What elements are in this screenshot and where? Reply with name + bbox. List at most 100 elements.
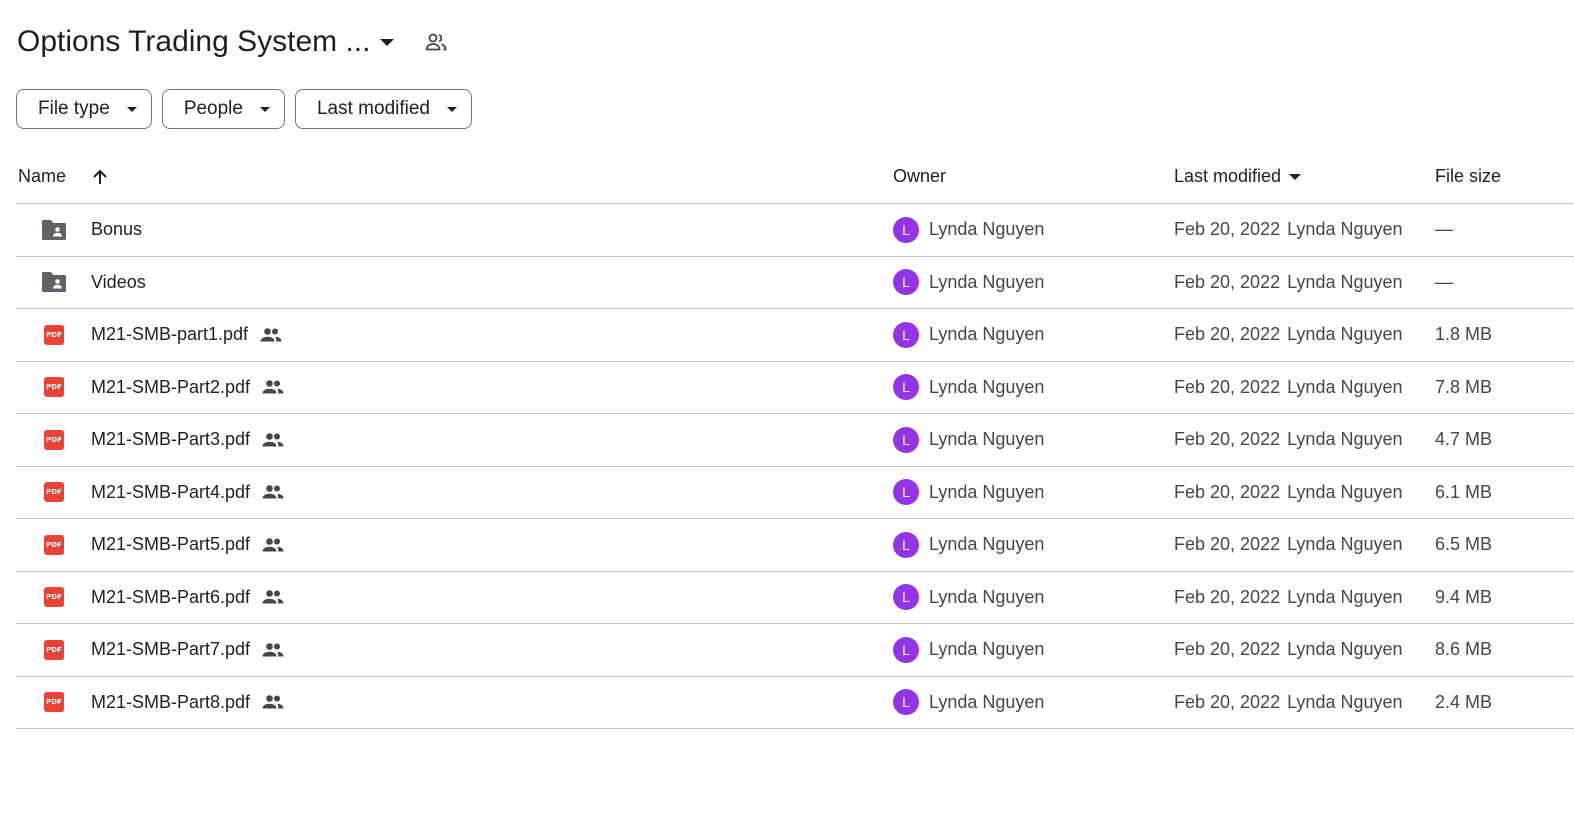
file-name-cell[interactable]: M21-SMB-Part5.pdf [91,519,284,571]
file-list: Name Owner Last modified File size Bonus… [16,150,1574,729]
shared-people-icon [260,327,282,343]
modified-date: Feb 20, 2022 [1174,481,1281,502]
owner-name: Lynda Nguyen [929,376,1045,397]
arrow-up-icon[interactable] [90,167,110,187]
shared-folder-icon [40,270,68,294]
file-size: 1.8 MB [1435,324,1493,345]
file-name: M21-SMB-Part7.pdf [91,639,251,660]
last-modified-cell: Feb 20, 2022 Lynda Nguyen [1174,572,1403,624]
file-size: — [1435,219,1453,240]
file-name-cell[interactable]: M21-SMB-Part3.pdf [91,414,284,466]
file-name: M21-SMB-part1.pdf [91,324,249,345]
owner-name: Lynda Nguyen [929,481,1045,502]
modified-by: Lynda Nguyen [1287,481,1403,502]
last-modified-cell: Feb 20, 2022 Lynda Nguyen [1174,519,1403,571]
pdf-file-icon: PDF [44,377,64,398]
file-type-cell: PDF [40,624,68,676]
shared-people-icon [262,694,284,710]
owner-name: Lynda Nguyen [929,691,1045,712]
drive-folder-view: Options Trading System ... File type Peo… [0,0,1574,815]
table-row[interactable]: PDF M21-SMB-Part7.pdf L Lynda Nguyen Feb 20,… [16,624,1574,677]
caret-down-icon [126,106,137,112]
last-modified-filter[interactable]: Last modified [294,89,472,129]
file-name-cell[interactable]: Bonus [91,204,142,256]
table-row[interactable]: PDF M21-SMB-part1.pdf L Lynda Nguyen Feb 20,… [16,309,1574,362]
modified-by: Lynda Nguyen [1287,271,1403,292]
modified-by: Lynda Nguyen [1287,691,1403,712]
file-name-cell[interactable]: M21-SMB-Part8.pdf [91,677,284,729]
table-row[interactable]: PDF M21-SMB-Part6.pdf L Lynda Nguyen Feb 20,… [16,572,1574,624]
avatar: L [893,531,919,558]
modified-date: Feb 20, 2022 [1174,324,1281,345]
column-label: File size [1435,166,1502,186]
owner-column-header: Owner [893,150,946,203]
file-name-cell[interactable]: M21-SMB-Part7.pdf [91,624,284,676]
file-size: 9.4 MB [1435,586,1493,607]
table-row[interactable]: PDF M21-SMB-Part4.pdf L Lynda Nguyen Feb 20,… [16,467,1574,519]
table-row[interactable]: Videos L Lynda Nguyen Feb 20, 2022 Lynda Ngu… [16,257,1574,309]
last-modified-cell: Feb 20, 2022 Lynda Nguyen [1174,677,1403,729]
file-name: Bonus [91,219,143,240]
folder-title-button[interactable]: Options Trading System ... [17,25,395,59]
last-modified-cell: Feb 20, 2022 Lynda Nguyen [1174,362,1403,414]
table-body: Bonus L Lynda Nguyen Feb 20, 2022 Lynda Nguy… [16,204,1574,729]
owner-name: Lynda Nguyen [929,534,1045,555]
table-row[interactable]: PDF M21-SMB-Part2.pdf L Lynda Nguyen Feb 20,… [16,362,1574,414]
file-name-cell[interactable]: M21-SMB-Part6.pdf [91,572,284,624]
table-row[interactable]: PDF M21-SMB-Part3.pdf L Lynda Nguyen Feb 20,… [16,414,1574,467]
avatar: L [893,269,919,296]
modified-date: Feb 20, 2022 [1174,271,1281,292]
last-modified-cell: Feb 20, 2022 Lynda Nguyen [1174,257,1403,309]
file-name-cell[interactable]: M21-SMB-part1.pdf [91,309,282,361]
owner-cell: L Lynda Nguyen [893,467,1044,519]
file-type-cell: PDF [40,309,68,361]
modified-by: Lynda Nguyen [1287,324,1403,345]
file-type-cell: PDF [40,414,68,466]
name-column-header[interactable]: Name [18,150,110,203]
modified-date: Feb 20, 2022 [1174,534,1281,555]
file-name: M21-SMB-Part3.pdf [91,429,251,450]
file-size: 4.7 MB [1435,429,1493,450]
avatar: L [893,374,919,401]
file-name-cell[interactable]: M21-SMB-Part4.pdf [91,467,284,519]
file-type-cell: PDF [40,677,68,729]
file-name-cell[interactable]: M21-SMB-Part2.pdf [91,362,284,414]
owner-cell: L Lynda Nguyen [893,309,1044,361]
file-type-cell: PDF [40,467,68,519]
avatar: L [893,216,919,243]
file-size-cell: 7.8 MB [1435,362,1492,414]
pdf-file-icon: PDF [44,429,64,450]
file-size-cell: 1.8 MB [1435,309,1492,361]
modified-date: Feb 20, 2022 [1174,376,1281,397]
chip-label: Last modified [316,98,430,119]
last-modified-column-header[interactable]: Last modified [1174,150,1302,203]
last-modified-cell: Feb 20, 2022 Lynda Nguyen [1174,467,1403,519]
folder-title: Options Trading System ... [17,25,371,58]
pdf-file-icon: PDF [44,639,64,660]
table-row[interactable]: PDF M21-SMB-Part5.pdf L Lynda Nguyen Feb 20,… [16,519,1574,572]
modified-by: Lynda Nguyen [1287,219,1403,240]
pdf-file-icon: PDF [44,587,64,608]
file-size-column-header: File size [1435,150,1501,203]
last-modified-cell: Feb 20, 2022 Lynda Nguyen [1174,414,1403,466]
file-size-cell: 4.7 MB [1435,414,1492,466]
table-row[interactable]: PDF M21-SMB-Part8.pdf L Lynda Nguyen Feb 20,… [16,677,1574,729]
file-type-filter[interactable]: File type [16,89,152,129]
file-size: 6.1 MB [1435,481,1493,502]
file-name: M21-SMB-Part2.pdf [91,376,251,397]
owner-cell: L Lynda Nguyen [893,519,1044,571]
caret-down-icon [1289,173,1302,180]
owner-cell: L Lynda Nguyen [893,362,1044,414]
shared-people-icon [262,589,284,605]
people-outline-icon[interactable] [424,30,448,54]
owner-cell: L Lynda Nguyen [893,572,1044,624]
file-name: M21-SMB-Part8.pdf [91,691,251,712]
avatar: L [893,321,919,348]
file-size: 2.4 MB [1435,691,1493,712]
people-filter[interactable]: People [161,89,285,129]
table-row[interactable]: Bonus L Lynda Nguyen Feb 20, 2022 Lynda Nguy… [16,204,1574,257]
last-modified-cell: Feb 20, 2022 Lynda Nguyen [1174,624,1403,676]
file-name: Videos [91,271,146,292]
file-type-cell: PDF [40,572,68,624]
file-name-cell[interactable]: Videos [91,257,146,309]
